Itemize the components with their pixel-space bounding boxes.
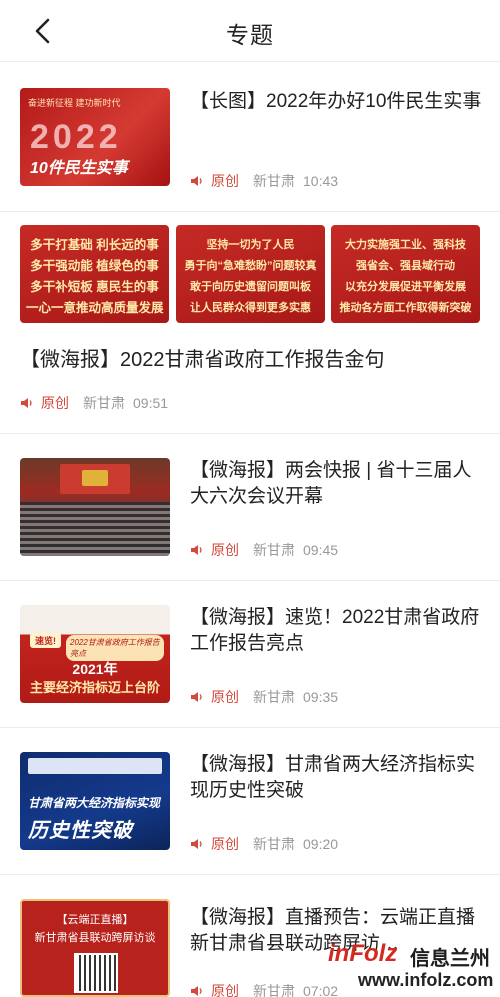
poster-line: 以充分发展促进平衡发展	[345, 281, 466, 293]
thumbnail[interactable]: 奋进新征程 建功新时代 2022 10件民生实事	[20, 88, 170, 186]
thumb-line: 甘肃省两大经济指标实现	[28, 796, 161, 810]
item-meta: 原创 新甘肃 07:02	[190, 981, 338, 997]
qr-code-icon	[74, 953, 118, 993]
poster-line: 强省会、强县域行动	[356, 260, 455, 272]
speaker-icon[interactable]	[190, 984, 204, 997]
list-item[interactable]: 甘肃省两大经济指标实现 历史性突破 【微海报】甘肃省两大经济指标实现历史性突破 …	[0, 728, 500, 875]
item-meta: 原创 新甘肃 09:51	[20, 393, 168, 413]
item-title[interactable]: 【微海报】甘肃省两大经济指标实现历史性突破	[190, 752, 482, 804]
list-item[interactable]: 【微海报】两会快报 | 省十三届人大六次会议开幕 原创 新甘肃 09:45	[0, 434, 500, 581]
source-label: 新甘肃	[253, 836, 295, 852]
original-tag: 原创	[211, 173, 239, 189]
seating-shape	[20, 502, 170, 556]
timestamp: 09:45	[303, 542, 339, 558]
item-meta: 原创 新甘肃 09:45	[190, 540, 338, 560]
watermark: inFolz 信息兰州 www.infolz.com	[318, 938, 500, 997]
original-tag: 原创	[41, 395, 69, 411]
top-bar: 专题	[0, 0, 500, 62]
timestamp: 09:20	[303, 836, 339, 852]
poster-card[interactable]: 多干打基础 利长远的事 多干强动能 植绿色的事 多干补短板 惠民生的事 一心一意…	[20, 225, 169, 323]
poster-line: 多干打基础 利长远的事	[30, 238, 159, 252]
speaker-icon[interactable]	[190, 837, 204, 851]
thumb-heading: 2021年	[72, 661, 118, 677]
timestamp: 10:43	[303, 173, 339, 189]
poster-line: 推动各方面工作取得新突破	[339, 302, 472, 314]
source-label: 新甘肃	[83, 395, 125, 411]
poster-line: 多干补短板 惠民生的事	[30, 280, 159, 294]
thumb-caption: 奋进新征程 建功新时代	[28, 98, 121, 108]
item-title[interactable]: 【长图】2022年办好10件民生实事	[190, 89, 482, 115]
thumb-heading: 历史性突破	[28, 820, 133, 842]
emblem-shape	[82, 470, 108, 486]
original-tag: 原创	[211, 983, 239, 997]
poster-card[interactable]: 坚持一切为了人民 勇于向“急难愁盼”问题较真 敢于向历史遗留问题叫板 让人民群众…	[176, 225, 325, 323]
thumbnail[interactable]: 【云端正直播】 新甘肃省县联动跨屏访谈	[20, 899, 170, 997]
item-title[interactable]: 【微海报】2022甘肃省政府工作报告金句	[20, 347, 490, 373]
thumbnail[interactable]	[20, 458, 170, 556]
thumbnail[interactable]: 甘肃省两大经济指标实现 历史性突破	[20, 752, 170, 850]
speaker-icon[interactable]	[20, 396, 34, 410]
thumbnail[interactable]: 速览! 2022甘肃省政府工作报告亮点 2021年 主要经济指标迈上台阶	[20, 605, 170, 703]
item-meta: 原创 新甘肃 10:43	[190, 171, 338, 191]
source-label: 新甘肃	[253, 689, 295, 705]
poster-line: 多干强动能 植绿色的事	[30, 259, 159, 273]
speaker-icon[interactable]	[190, 543, 204, 557]
thumb-year: 2022	[30, 118, 122, 156]
thumb-badge: 速览!	[30, 633, 61, 648]
poster-line: 敢于向历史遗留问题叫板	[190, 281, 311, 293]
timestamp: 09:51	[133, 395, 169, 411]
item-meta: 原创 新甘肃 09:20	[190, 834, 338, 854]
poster-line: 坚持一切为了人民	[206, 239, 295, 251]
timestamp: 09:35	[303, 689, 339, 705]
speaker-icon[interactable]	[190, 174, 204, 188]
watermark-logo: inFolz	[328, 940, 398, 967]
item-meta: 原创 新甘肃 09:35	[190, 687, 338, 707]
poster-line: 勇于向“急难愁盼”问题较真	[184, 260, 317, 272]
watermark-text: 信息兰州	[410, 948, 490, 970]
thumb-line: 【云端正直播】	[56, 914, 134, 926]
source-label: 新甘肃	[253, 983, 295, 997]
source-label: 新甘肃	[253, 173, 295, 189]
item-title[interactable]: 【微海报】速览！2022甘肃省政府工作报告亮点	[190, 605, 482, 657]
list-item[interactable]: 速览! 2022甘肃省政府工作报告亮点 2021年 主要经济指标迈上台阶 【微海…	[0, 581, 500, 728]
thumb-header-bar	[28, 758, 162, 774]
thumb-subheading: 主要经济指标迈上台阶	[29, 680, 160, 695]
thumb-line: 新甘肃省县联动跨屏访谈	[34, 932, 156, 944]
original-tag: 原创	[211, 689, 239, 705]
speaker-icon[interactable]	[190, 690, 204, 704]
poster-line: 大力实施强工业、强科技	[345, 239, 466, 251]
poster-line: 一心一意推动高质量发展	[26, 301, 164, 315]
poster-line: 让人民群众得到更多实惠	[190, 302, 311, 314]
poster-card[interactable]: 大力实施强工业、强科技 强省会、强县域行动 以充分发展促进平衡发展 推动各方面工…	[331, 225, 480, 323]
page-title: 专题	[226, 22, 274, 48]
source-label: 新甘肃	[253, 542, 295, 558]
list-item[interactable]: 奋进新征程 建功新时代 2022 10件民生实事 【长图】2022年办好10件民…	[0, 63, 500, 212]
original-tag: 原创	[211, 836, 239, 852]
thumb-strip: 2022甘肃省政府工作报告亮点	[66, 635, 164, 661]
item-title[interactable]: 【微海报】两会快报 | 省十三届人大六次会议开幕	[190, 458, 482, 510]
watermark-url: www.infolz.com	[358, 970, 494, 990]
thumb-subtitle: 10件民生实事	[30, 160, 128, 177]
original-tag: 原创	[211, 542, 239, 558]
